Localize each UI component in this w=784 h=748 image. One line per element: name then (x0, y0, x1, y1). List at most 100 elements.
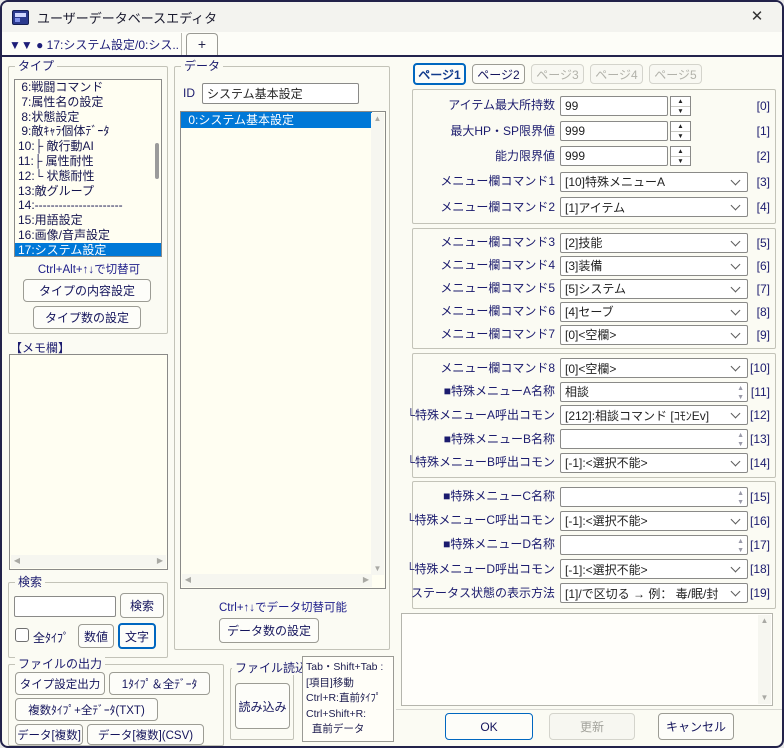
field-combobox[interactable]: [1]アイテム (560, 197, 748, 217)
field-combobox[interactable]: [0]<空欄> (560, 325, 748, 345)
field-label-text: ■特殊メニューB名称 (444, 432, 555, 447)
field-combobox[interactable]: [212]:相談コマンド [ｺﾓﾝEv] (560, 405, 748, 425)
ok-button[interactable]: OK (445, 713, 533, 740)
field-combobox[interactable]: [3]装備 (560, 256, 748, 276)
file-output-button[interactable]: 複数ﾀｲﾌﾟ+全ﾃﾞｰﾀ(TXT) (15, 698, 158, 721)
field-text-input[interactable]: ▲▼ (560, 487, 748, 507)
field-number-input[interactable]: 999 (560, 146, 668, 166)
type-list-item[interactable]: 6:戦闘コマンド (15, 80, 161, 95)
field-index-label: [7] (757, 282, 770, 296)
data-id-input[interactable]: システム基本設定 (202, 83, 359, 104)
scroll-down-icon[interactable]: ▼ (758, 692, 771, 704)
spin-up-icon[interactable]: ▲ (671, 97, 690, 107)
type-list-item[interactable]: 13:敵グループ (15, 184, 161, 199)
data-list-vscrollbar[interactable]: ▲ ▼ (371, 113, 384, 575)
field-combobox[interactable]: [1]/で区切る → 例： 毒/眠/封 (560, 583, 748, 603)
field-combobox[interactable]: [10]特殊メニューA (560, 172, 748, 192)
type-list[interactable]: 6:戦闘コマンド 7:属性名の設定 8:状態設定 9:敵ｷｬﾗ個体ﾃﾞｰﾀ10:… (14, 79, 162, 257)
update-button[interactable]: 更新 (549, 713, 635, 740)
scroll-right-icon[interactable]: ▶ (154, 555, 166, 567)
field-combobox[interactable]: [4]セーブ (560, 302, 748, 322)
type-list-item[interactable]: 10:├ 敵行動AI (15, 139, 161, 154)
file-output-button[interactable]: タイプ設定出力 (15, 672, 105, 695)
type-list-scrollbar[interactable] (155, 143, 159, 178)
type-list-item[interactable]: 7:属性名の設定 (15, 95, 161, 110)
spin-down-icon[interactable]: ▼ (737, 440, 744, 449)
spinner-buttons[interactable]: ▲▼ (670, 96, 691, 116)
field-text-input[interactable]: ▲▼ (560, 429, 748, 449)
data-list-hscrollbar[interactable]: ◀ ▶ (182, 574, 372, 587)
all-type-checkbox[interactable] (15, 628, 29, 642)
spin-up-icon[interactable]: ▲ (671, 147, 690, 157)
add-tab-button[interactable]: + (186, 33, 218, 55)
spin-down-icon[interactable]: ▼ (737, 546, 744, 555)
spin-down-icon[interactable]: ▼ (737, 393, 744, 402)
type-list-item[interactable]: 11:├ 属性耐性 (15, 154, 161, 169)
type-list-item[interactable]: 14:---------------------- (15, 198, 161, 213)
data-list[interactable]: 0:システム基本設定 ▲ ▼ ◀ ▶ (180, 111, 386, 589)
spin-up-icon[interactable]: ▲ (737, 384, 744, 393)
text-spin-arrows[interactable]: ▲▼ (737, 384, 744, 402)
type-list-item[interactable]: 9:敵ｷｬﾗ個体ﾃﾞｰﾀ (15, 124, 161, 139)
spin-down-icon[interactable]: ▼ (671, 107, 690, 116)
display-vscrollbar[interactable]: ▲ ▼ (758, 615, 771, 704)
field-combobox[interactable]: [5]システム (560, 279, 748, 299)
text-spin-arrows[interactable]: ▲▼ (737, 489, 744, 507)
scroll-down-icon[interactable]: ▼ (371, 563, 384, 575)
text-spin-arrows[interactable]: ▲▼ (737, 537, 744, 555)
spinner-buttons[interactable]: ▲▼ (670, 146, 691, 166)
spin-down-icon[interactable]: ▼ (737, 498, 744, 507)
text-spin-arrows[interactable]: ▲▼ (737, 431, 744, 449)
spinner-buttons[interactable]: ▲▼ (670, 121, 691, 141)
scroll-up-icon[interactable]: ▲ (758, 615, 771, 627)
search-button[interactable]: 検索 (120, 593, 164, 618)
field-combobox[interactable]: [-1]:<選択不能> (560, 453, 748, 473)
field-combobox[interactable]: [-1]:<選択不能> (560, 559, 748, 579)
file-load-group: ファイル読込 読み込み (230, 668, 294, 740)
type-content-settings-button[interactable]: タイプの内容設定 (23, 279, 151, 302)
spin-up-icon[interactable]: ▲ (737, 537, 744, 546)
spin-up-icon[interactable]: ▲ (737, 431, 744, 440)
field-label: メニュー欄コマンド7 (416, 327, 557, 342)
field-number-input[interactable]: 999 (560, 121, 668, 141)
field-text-input[interactable]: ▲▼ (560, 535, 748, 555)
search-text-button[interactable]: 文字 (118, 623, 156, 649)
data-list-item[interactable]: 0:システム基本設定 (181, 112, 372, 128)
spin-down-icon[interactable]: ▼ (671, 132, 690, 141)
scroll-left-icon[interactable]: ◀ (182, 574, 194, 586)
scroll-right-icon[interactable]: ▶ (360, 574, 372, 586)
field-combobox[interactable]: [-1]:<選択不能> (560, 511, 748, 531)
scroll-left-icon[interactable]: ◀ (11, 555, 23, 567)
field-text-input[interactable]: 相談▲▼ (560, 382, 748, 402)
file-output-button[interactable]: データ[複数] (15, 724, 83, 745)
cancel-button[interactable]: キャンセル (658, 713, 734, 740)
spin-up-icon[interactable]: ▲ (737, 489, 744, 498)
type-list-item[interactable]: 8:状態設定 (15, 110, 161, 125)
type-list-item[interactable]: 15:用語設定 (15, 213, 161, 228)
field-number-input[interactable]: 99 (560, 96, 668, 116)
data-count-settings-button[interactable]: データ数の設定 (219, 618, 319, 643)
page-tab[interactable]: ページ2 (472, 64, 525, 84)
page-tab[interactable]: ページ1 (413, 63, 466, 85)
load-button[interactable]: 読み込み (235, 683, 290, 729)
file-output-button[interactable]: データ[複数](CSV) (87, 724, 204, 745)
spin-down-icon[interactable]: ▼ (671, 157, 690, 166)
search-input[interactable] (14, 596, 116, 617)
scroll-up-icon[interactable]: ▲ (371, 113, 384, 125)
memo-textarea[interactable]: ◀ ▶ (9, 354, 168, 570)
type-list-item[interactable]: 16:画像/音声設定 (15, 228, 161, 243)
field-combobox[interactable]: [0]<空欄> (560, 358, 748, 378)
value-memo-display[interactable]: ▲ ▼ (401, 613, 773, 706)
close-icon[interactable]: ✕ (746, 6, 768, 28)
field-label: メニュー欄コマンド6 (416, 304, 557, 319)
search-numeric-button[interactable]: 数値 (78, 624, 114, 648)
type-list-item[interactable]: 17:システム設定 (15, 243, 161, 257)
document-tab[interactable]: ▼▼ ● 17:システム設定/0:シス.. (2, 33, 182, 55)
type-count-settings-button[interactable]: タイプ数の設定 (33, 306, 141, 329)
memo-hscrollbar[interactable]: ◀ ▶ (11, 555, 166, 568)
spin-up-icon[interactable]: ▲ (671, 122, 690, 132)
file-output-button[interactable]: 1ﾀｲﾌﾟ＆全ﾃﾞｰﾀ (109, 672, 210, 695)
search-group: 検索 検索 全ﾀｲﾌﾟ 数値 文字 (8, 582, 168, 658)
field-combobox[interactable]: [2]技能 (560, 233, 748, 253)
type-list-item[interactable]: 12:└ 状態耐性 (15, 169, 161, 184)
